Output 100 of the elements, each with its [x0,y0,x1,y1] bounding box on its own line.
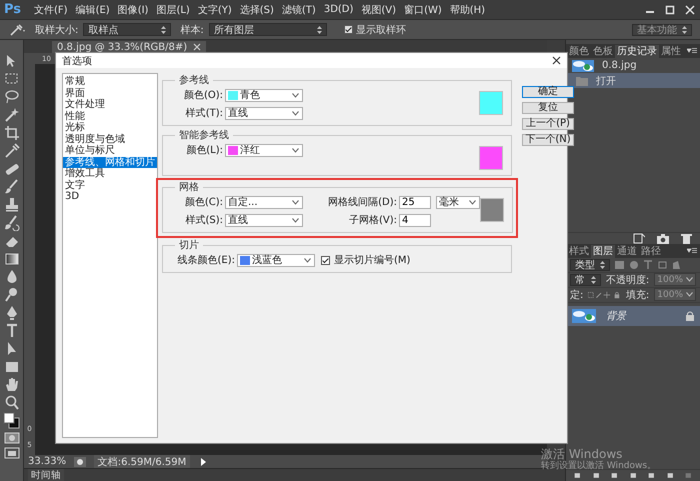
sample-size-label: 取样大小: [35,24,78,36]
updown-icon [682,26,687,34]
menu-item[interactable]: 滤镜(T) [278,2,320,16]
menu-item[interactable]: 选择(S) [236,2,278,16]
document-tab[interactable]: 0.8.jpg @ 33.3%(RGB/8#) [52,41,206,53]
lock-icon [686,310,694,320]
field-label: 子网格(V): [348,214,397,227]
number-field[interactable]: 25 [399,196,431,208]
panel-tab[interactable]: 色板 [591,45,615,58]
category-item[interactable]: 常规 [63,76,157,88]
category-item[interactable]: 透明度与色域 [63,134,157,145]
panel-tab[interactable]: 图层 [591,244,615,258]
sample-label: 样本: [180,24,204,36]
dropdown[interactable]: 毫米 [436,196,480,208]
category-item[interactable]: 文件处理 [63,99,157,110]
eyedropper-icon[interactable] [2,142,20,159]
dropdown[interactable]: 取样点 [83,23,172,36]
panel-tab[interactable]: 通道 [615,244,639,258]
wand-icon[interactable] [2,106,20,123]
category-item[interactable]: 性能 [63,110,157,122]
group-title: 网格 [178,180,200,194]
dropdown[interactable]: 常 [570,274,601,286]
history-brush-icon[interactable] [2,214,20,231]
panel-menu-icon[interactable] [687,48,697,54]
checkbox-label: 显示取样环 [356,24,406,36]
updown-icon [161,26,166,34]
field-label: 线条颜色(E): [176,254,235,267]
quick-mask-icon[interactable] [2,431,20,445]
dialog-button[interactable]: 复位 [522,102,574,114]
history-state[interactable]: 打开 [566,73,700,88]
eyedropper-icon[interactable] [8,22,26,36]
group-title: 智能参考线 [178,128,230,142]
dialog-button[interactable]: 下一个(N) [522,134,574,146]
opacity-label: 不透明度: [606,274,650,286]
new-document-icon[interactable] [633,232,645,244]
caret-icon [292,92,299,98]
lasso-icon[interactable] [2,88,20,105]
panel-tab[interactable]: 属性 [659,45,683,58]
dropdown[interactable]: 自定... [225,196,303,208]
panel-menu-icon[interactable] [687,248,697,254]
dropdown[interactable]: 基本功能 [632,24,692,36]
menu-item[interactable]: 文字(Y) [194,2,236,16]
color-preview[interactable] [479,146,503,170]
category-item[interactable]: 单位与标尺 [63,145,157,156]
history-snapshot[interactable]: 0.8.jpg [566,58,700,73]
dropdown[interactable]: 直线 [225,106,303,120]
caret-icon [292,148,299,152]
updown-icon [590,276,596,284]
checkbox[interactable] [344,25,353,34]
menu-item[interactable]: 图层(L) [152,2,194,16]
dropdown[interactable]: 直线 [225,214,303,226]
panel-tab[interactable]: 路径 [639,244,663,258]
dropdown[interactable]: 青色 [225,88,303,102]
menu-item[interactable]: 窗口(W) [400,2,446,16]
number-field[interactable]: 4 [399,214,431,226]
caret-icon [469,200,476,204]
category-item[interactable]: 界面 [63,88,157,99]
dropdown[interactable]: 洋红 [225,144,303,156]
category-item[interactable]: 3D [63,191,157,202]
panel-tab[interactable]: 样式 [567,244,591,258]
menu-item[interactable]: 视图(V) [357,2,400,16]
menu-item[interactable]: 3D(D) [320,4,358,15]
brush-icon[interactable] [2,178,20,195]
info-icon[interactable] [74,456,86,466]
color-preview[interactable] [479,91,503,115]
lock-label: 定: [570,288,584,302]
maximize-icon[interactable] [664,4,676,14]
checkbox[interactable] [321,256,330,264]
updown-icon [316,26,322,34]
panel-tab[interactable]: 颜色 [567,45,591,58]
timeline-tab[interactable]: 时间轴 [28,468,64,481]
zoom-level: 33.33% [28,456,66,467]
lock-options-drawing[interactable] [588,290,621,300]
menu-item[interactable]: 编辑(E) [72,2,114,16]
menu-item[interactable]: 帮助(H) [446,2,490,16]
field-label: 颜色(L): [185,144,223,157]
activation-notice: 转到设置以激活 Windows。 [541,461,656,471]
dropdown[interactable]: 浅蓝色 [237,254,315,266]
zoom-icon[interactable] [2,394,20,411]
layer-row[interactable]: 背景 [566,306,700,326]
menu-item[interactable]: 图像(I) [114,2,152,16]
screen-mode-icon[interactable] [2,446,20,460]
category-item[interactable]: 增效工具 [63,168,157,180]
dialog-button[interactable]: 上一个(P) [522,118,574,130]
category-item[interactable]: 光标 [63,122,157,134]
dropdown[interactable]: 类型 [570,258,610,270]
panel-tab[interactable]: 历史记录 [615,45,659,58]
activation-notice: 激活 Windows [541,448,622,461]
color-swatches-icon[interactable] [2,412,20,430]
color-preview[interactable] [480,198,504,222]
category-item[interactable]: 参考线、网格和切片 [63,156,157,168]
close-icon[interactable] [552,56,561,65]
menu-item[interactable]: 文件(F) [30,2,72,16]
dialog-button[interactable]: 确定 [522,86,574,98]
category-item[interactable]: 文字 [63,180,157,191]
dropdown[interactable]: 所有图层 [208,23,327,36]
crop-icon[interactable] [2,124,20,141]
camera-icon[interactable] [657,232,669,244]
fill-label: 填充: [626,288,650,302]
caret-icon [304,258,311,262]
